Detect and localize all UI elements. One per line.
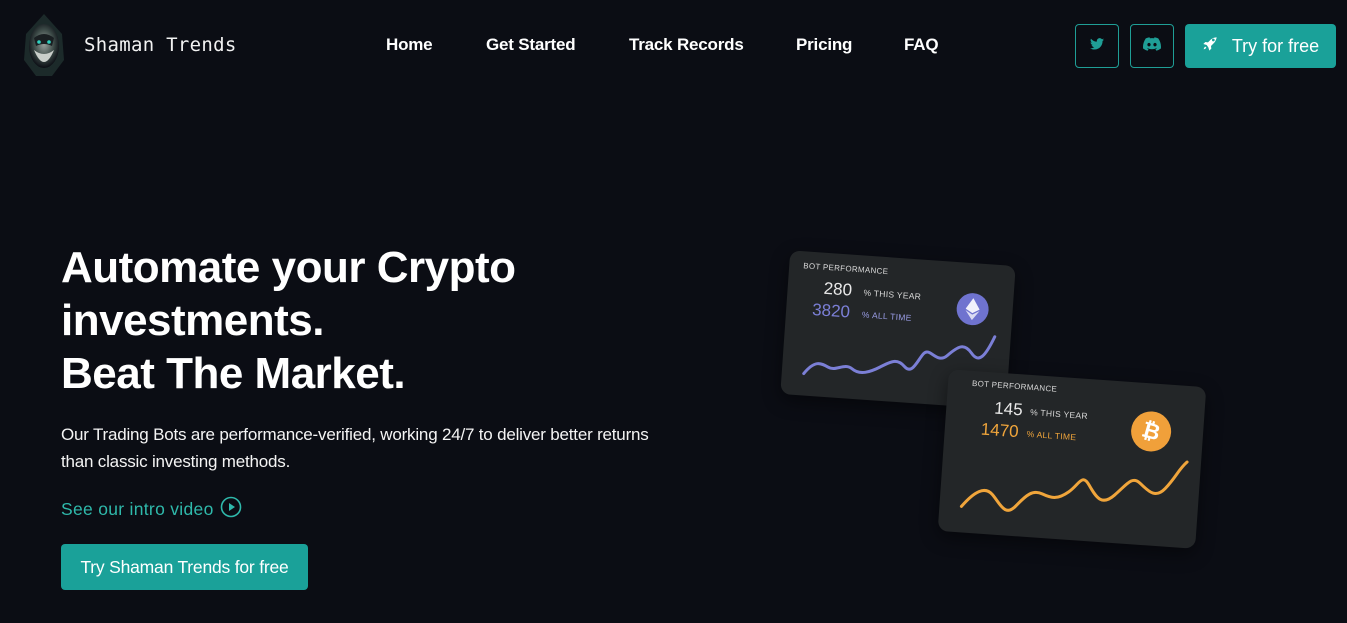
play-circle-icon — [220, 496, 242, 523]
year-unit: % THIS YEAR — [1029, 406, 1089, 421]
twitter-icon — [1090, 37, 1104, 55]
hero-title: Automate your Crypto investments. Beat T… — [61, 241, 621, 400]
nav-item-faq[interactable]: FAQ — [904, 35, 939, 55]
card-label: BOT PERFORMANCE — [802, 261, 889, 277]
try-for-free-button[interactable]: Try for free — [1185, 24, 1336, 68]
bitcoin-icon: ₿ — [1129, 410, 1173, 453]
hero-title-line-2: investments. — [61, 296, 324, 345]
nav-item-track-records[interactable]: Track Records — [629, 35, 744, 55]
year-unit: % THIS YEAR — [863, 287, 922, 302]
year-value: 280 — [823, 278, 853, 300]
hero-title-line-3: Beat The Market. — [61, 349, 406, 398]
ethereum-icon — [955, 292, 990, 327]
btc-performance-chart — [959, 460, 1189, 512]
twitter-button[interactable] — [1075, 24, 1119, 68]
brand-name[interactable]: Shaman Trends — [84, 34, 237, 56]
intro-video-link[interactable]: See our intro video — [61, 496, 242, 523]
nav-item-get-started[interactable]: Get Started — [486, 35, 576, 55]
discord-icon — [1143, 36, 1162, 56]
year-value: 145 — [993, 398, 1024, 420]
try-shaman-trends-button[interactable]: Try Shaman Trends for free — [61, 544, 308, 590]
hero-title-line-1: Automate your Crypto — [61, 243, 516, 292]
nav-item-home[interactable]: Home — [386, 35, 433, 55]
shaman-logo-icon[interactable] — [22, 12, 66, 78]
nav-item-pricing[interactable]: Pricing — [796, 35, 852, 55]
card-label: BOT PERFORMANCE — [971, 378, 1058, 394]
all-time-value: 1470 — [980, 419, 1020, 442]
rocket-icon — [1202, 36, 1218, 57]
site-header: Shaman Trends Home Get Started Track Rec… — [0, 0, 1347, 92]
all-time-unit: % ALL TIME — [1026, 428, 1077, 443]
try-for-free-label: Try for free — [1231, 35, 1320, 56]
intro-video-label: See our intro video — [61, 499, 214, 519]
hero-description: Our Trading Bots are performance-verifie… — [61, 425, 649, 471]
btc-performance-card: BOT PERFORMANCE 145 % THIS YEAR 1470 % A… — [937, 369, 1207, 549]
discord-button[interactable] — [1130, 24, 1174, 68]
